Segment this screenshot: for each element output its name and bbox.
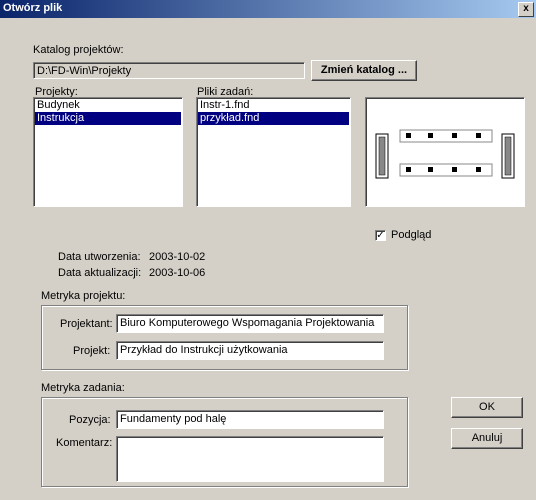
ok-button[interactable]: OK — [451, 397, 523, 418]
preview-checkbox[interactable]: ✓ — [375, 230, 386, 241]
project-item-budynek[interactable]: Budynek — [35, 99, 181, 112]
preview-checkbox-label: Podgląd — [391, 229, 432, 241]
project-name-label: Projekt: — [73, 345, 111, 357]
open-file-dialog: Otwórz plik x Katalog projektów: D:\FD-W… — [0, 0, 536, 500]
cancel-button[interactable]: Anuluj — [451, 428, 523, 449]
catalog-path-value: D:\FD-Win\Projekty — [37, 65, 132, 77]
designer-field[interactable]: Biuro Komputerowego Wspomagania Projekto… — [116, 314, 384, 333]
title-bar[interactable]: Otwórz plik x — [0, 0, 536, 18]
created-date-label: Data utworzenia: — [58, 251, 141, 263]
change-catalog-button[interactable]: Zmień katalog ... — [311, 60, 417, 81]
created-date-value: 2003-10-02 — [149, 251, 206, 263]
catalog-label: Katalog projektów: — [33, 44, 124, 56]
project-meta-label: Metryka projektu: — [41, 290, 126, 302]
project-name-field[interactable]: Przykład do Instrukcji użytkowania — [116, 341, 384, 360]
task-meta-label: Metryka zadania: — [41, 382, 125, 394]
preview-pane — [365, 97, 525, 207]
file-item-przyklad[interactable]: przykład.fnd — [198, 112, 349, 125]
foundation-preview-drawing — [375, 129, 515, 179]
project-name-value: Przykład do Instrukcji użytkowania — [120, 344, 288, 356]
designer-label: Projektant: — [60, 318, 113, 330]
catalog-path-field: D:\FD-Win\Projekty — [33, 62, 305, 79]
designer-value: Biuro Komputerowego Wspomagania Projekto… — [120, 317, 375, 329]
updated-date-label: Data aktualizacji: — [58, 267, 142, 279]
file-item-instr-1[interactable]: Instr-1.fnd — [198, 99, 349, 112]
comment-field[interactable] — [116, 436, 384, 482]
position-label: Pozycja: — [69, 414, 111, 426]
position-field[interactable]: Fundamenty pod halę — [116, 410, 384, 429]
projects-list[interactable]: Budynek Instrukcja — [33, 97, 183, 207]
updated-date-value: 2003-10-06 — [149, 267, 206, 279]
dialog-title: Otwórz plik — [3, 2, 63, 14]
comment-label: Komentarz: — [56, 437, 113, 449]
close-button[interactable]: x — [518, 2, 534, 17]
files-list[interactable]: Instr-1.fnd przykład.fnd — [196, 97, 351, 207]
position-value: Fundamenty pod halę — [120, 413, 227, 425]
project-item-instrukcja[interactable]: Instrukcja — [35, 112, 181, 125]
